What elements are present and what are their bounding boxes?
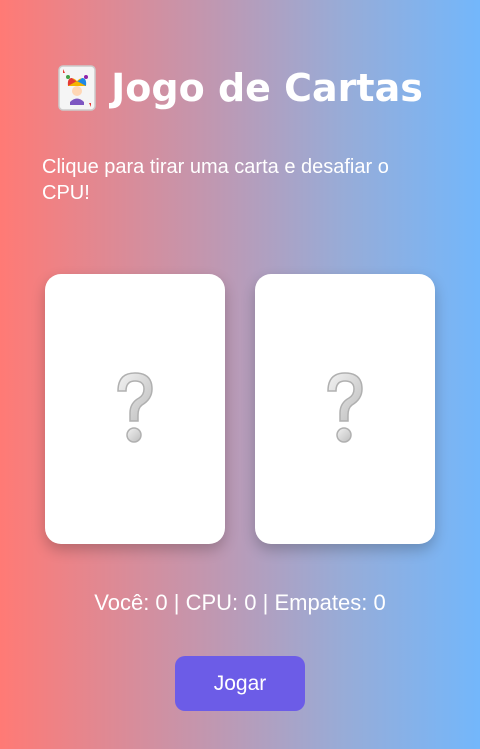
scoreboard: Você: 0 | CPU: 0 | Empates: 0: [94, 590, 386, 615]
play-button[interactable]: Jogar: [175, 656, 305, 711]
question-mark-icon: [322, 371, 368, 447]
title-text: Jogo de Cartas: [111, 66, 423, 110]
card-area: [45, 274, 435, 544]
page-title: Jogo de Cartas: [0, 62, 480, 114]
instructions-text: Clique para tirar uma carta e desafiar o…: [42, 156, 389, 204]
question-mark-icon: [112, 371, 158, 447]
joker-card-icon: [57, 64, 97, 112]
cpu-card[interactable]: [255, 274, 435, 544]
player-card[interactable]: [45, 274, 225, 544]
